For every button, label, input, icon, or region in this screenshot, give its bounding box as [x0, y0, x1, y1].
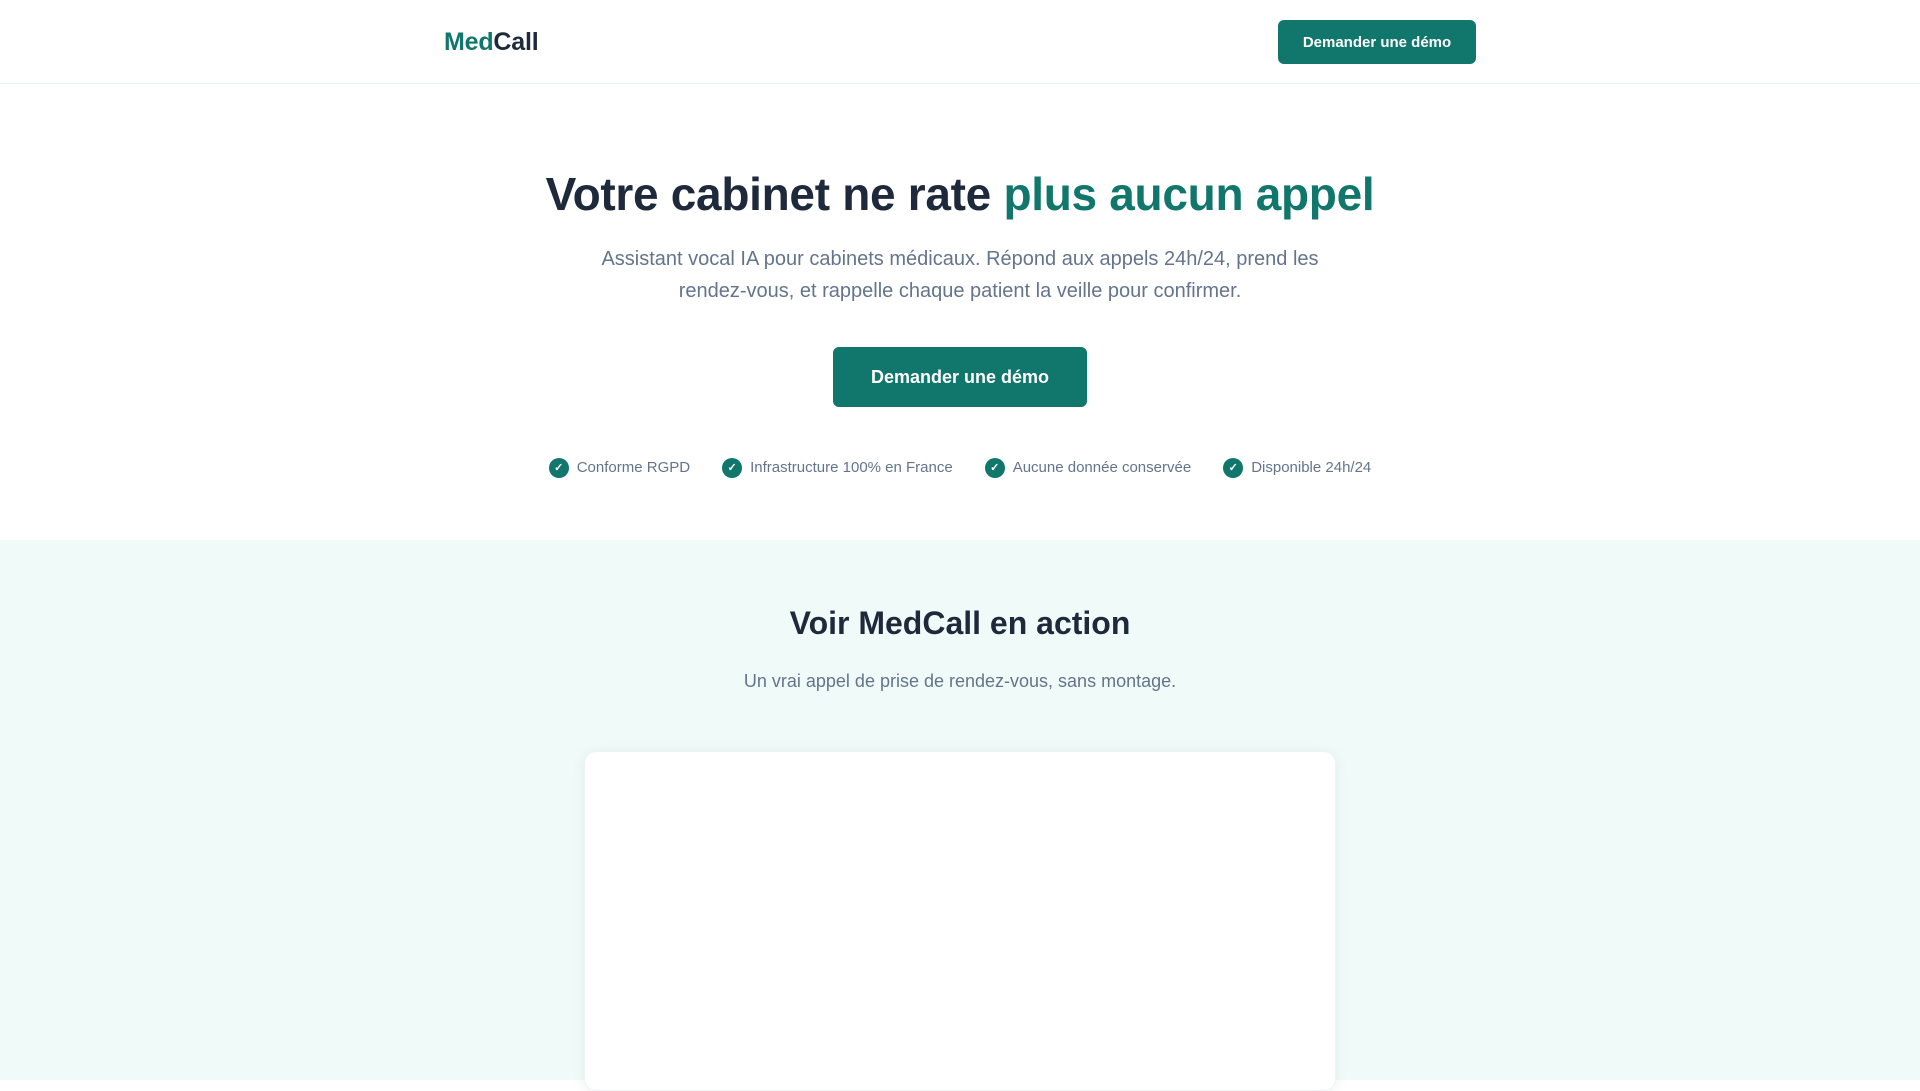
badge-infrastructure: ✓ Infrastructure 100% en France [722, 456, 953, 480]
check-icon: ✓ [984, 458, 1005, 478]
badge-no-data: ✓ Aucune donnée conservée [984, 456, 1192, 480]
hero-demo-button[interactable]: Demander une démo [833, 347, 1087, 407]
hero-title-main: Votre cabinet ne rate [545, 168, 1004, 220]
badge-label: Conforme RGPD [576, 459, 691, 476]
trust-badges: ✓ Conforme RGPD ✓ Infrastructure 100% en… [0, 456, 1920, 480]
hero-section: Votre cabinet ne rate plus aucun appel A… [0, 85, 1920, 540]
hero-subtitle: Assistant vocal IA pour cabinets médicau… [601, 248, 1319, 302]
demo-video-card[interactable] [584, 751, 1336, 1091]
demo-title: Voir MedCall en action [789, 605, 1131, 641]
check-icon: ✓ [1223, 458, 1244, 478]
badge-label: Aucune donnée conservée [1012, 459, 1192, 476]
check-icon: ✓ [548, 458, 569, 478]
demo-subtitle: Un vrai appel de prise de rendez-vous, s… [743, 671, 1177, 691]
nav-demo-button[interactable]: Demander une démo [1278, 20, 1476, 64]
badge-rgpd: ✓ Conforme RGPD [548, 456, 691, 480]
logo-med: Med [444, 28, 494, 56]
check-icon: ✓ [722, 458, 743, 478]
hero-title-accent: plus aucun appel [1003, 168, 1375, 220]
logo-call: Call [493, 28, 539, 56]
hero-title: Votre cabinet ne rate plus aucun appel [0, 165, 1920, 223]
logo[interactable]: MedCall [444, 26, 539, 58]
demo-section: Voir MedCall en action Un vrai appel de … [0, 540, 1920, 1091]
badge-label: Disponible 24h/24 [1251, 459, 1372, 476]
top-navbar: MedCall Demander une démo [0, 0, 1920, 84]
badge-label: Infrastructure 100% en France [750, 459, 953, 476]
badge-availability: ✓ Disponible 24h/24 [1223, 456, 1371, 480]
